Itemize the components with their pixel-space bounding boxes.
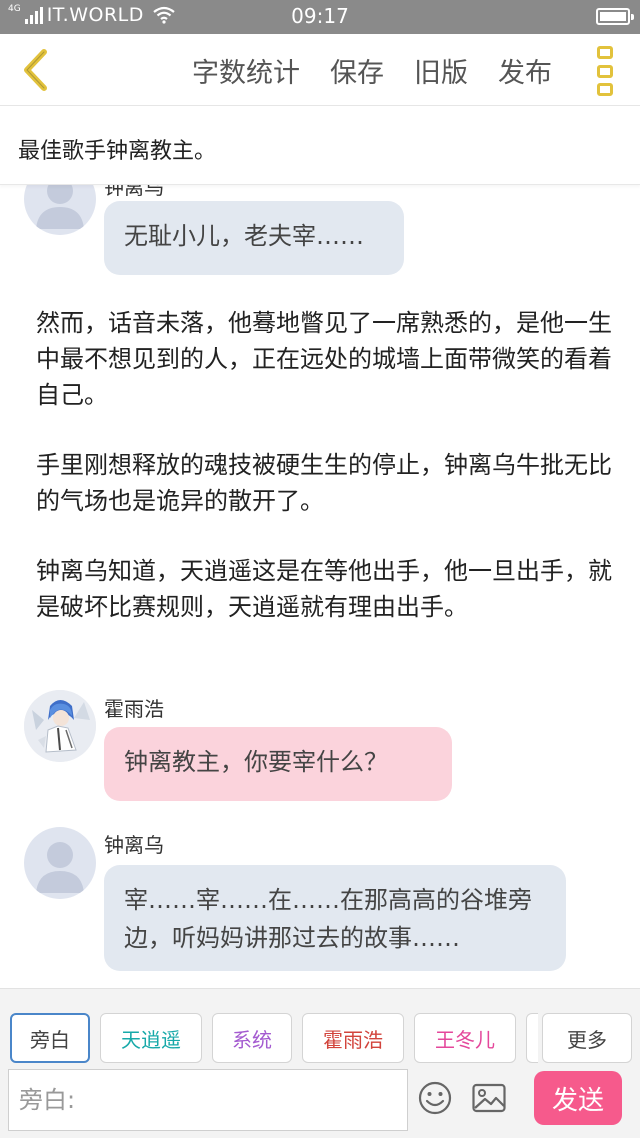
emoji-icon[interactable]	[418, 1081, 452, 1115]
role-tab-huoyuhao[interactable]: 霍雨浩	[302, 1013, 404, 1063]
avatar[interactable]	[24, 690, 96, 762]
default-avatar-icon	[36, 842, 84, 893]
back-button[interactable]	[10, 42, 60, 98]
role-tab-partial[interactable]	[526, 1013, 538, 1063]
publish-button[interactable]: 发布	[498, 51, 552, 90]
dialog-bubble[interactable]: 无耻小儿，老夫宰……	[104, 201, 404, 275]
send-button[interactable]: 发送	[534, 1071, 622, 1125]
dialog-bubble[interactable]: 钟离教主，你要宰什么？	[104, 727, 452, 801]
menu-dot-icon	[597, 64, 613, 78]
status-bar: 4G IT.WORLD 09:17	[0, 0, 640, 34]
anime-avatar-photo	[24, 690, 96, 762]
narration-paragraph[interactable]: 然而，话音未落，他蓦地瞥见了一席熟悉的，是他一生中最不想见到的人，正在远处的城墙…	[36, 305, 616, 413]
toolbar-actions: 字数统计 保存 旧版 发布	[192, 34, 552, 106]
role-tab-narrator[interactable]: 旁白	[10, 1013, 90, 1063]
chevron-left-icon	[24, 49, 47, 91]
image-icon[interactable]	[472, 1083, 506, 1113]
battery-icon	[596, 8, 634, 25]
narration-paragraph[interactable]: 手里刚想释放的魂技被硬生生的停止，钟离乌牛批无比的气场也是诡异的散开了。	[36, 447, 616, 519]
word-count-button[interactable]: 字数统计	[192, 51, 300, 90]
save-button[interactable]: 保存	[330, 51, 384, 90]
old-version-button[interactable]: 旧版	[414, 51, 468, 90]
role-tabs: 旁白 天逍遥 系统 霍雨浩 王冬儿 更多	[0, 989, 640, 1063]
more-roles-button[interactable]: 更多	[542, 1013, 632, 1063]
document-title[interactable]: 最佳歌手钟离教主。	[18, 133, 216, 165]
status-time: 09:17	[291, 4, 349, 28]
more-menu-button[interactable]	[588, 44, 622, 98]
speaker-name: 霍雨浩	[104, 697, 164, 721]
document-title-bar: 最佳歌手钟离教主。	[0, 107, 640, 185]
dialog-bubble[interactable]: 宰……宰……在……在那高高的谷堆旁边，听妈妈讲那过去的故事……	[104, 865, 566, 971]
avatar[interactable]	[24, 185, 96, 235]
story-content[interactable]: 钟离乌 无耻小儿，老夫宰…… 然而，话音未落，他蓦地瞥见了一席熟悉的，是他一生中…	[0, 185, 640, 988]
top-toolbar: 字数统计 保存 旧版 发布	[0, 34, 640, 106]
speaker-name: 钟离乌	[104, 185, 164, 199]
menu-dot-icon	[597, 83, 613, 96]
default-avatar-icon	[36, 185, 84, 229]
role-tab-tianxiaoyao[interactable]: 天逍遥	[100, 1013, 202, 1063]
narration-paragraph[interactable]: 钟离乌知道，天逍遥这是在等他出手，他一旦出手，就是破坏比赛规则，天逍遥就有理由出…	[36, 553, 616, 625]
role-tab-system[interactable]: 系统	[212, 1013, 292, 1063]
composer-panel: 旁白 天逍遥 系统 霍雨浩 王冬儿 更多 发送	[0, 988, 640, 1138]
role-tab-wangdonger[interactable]: 王冬儿	[414, 1013, 516, 1063]
input-row: 发送	[0, 1067, 640, 1133]
speaker-name: 钟离乌	[104, 833, 164, 857]
avatar[interactable]	[24, 827, 96, 899]
message-input[interactable]	[8, 1069, 408, 1131]
menu-dot-icon	[597, 46, 613, 59]
